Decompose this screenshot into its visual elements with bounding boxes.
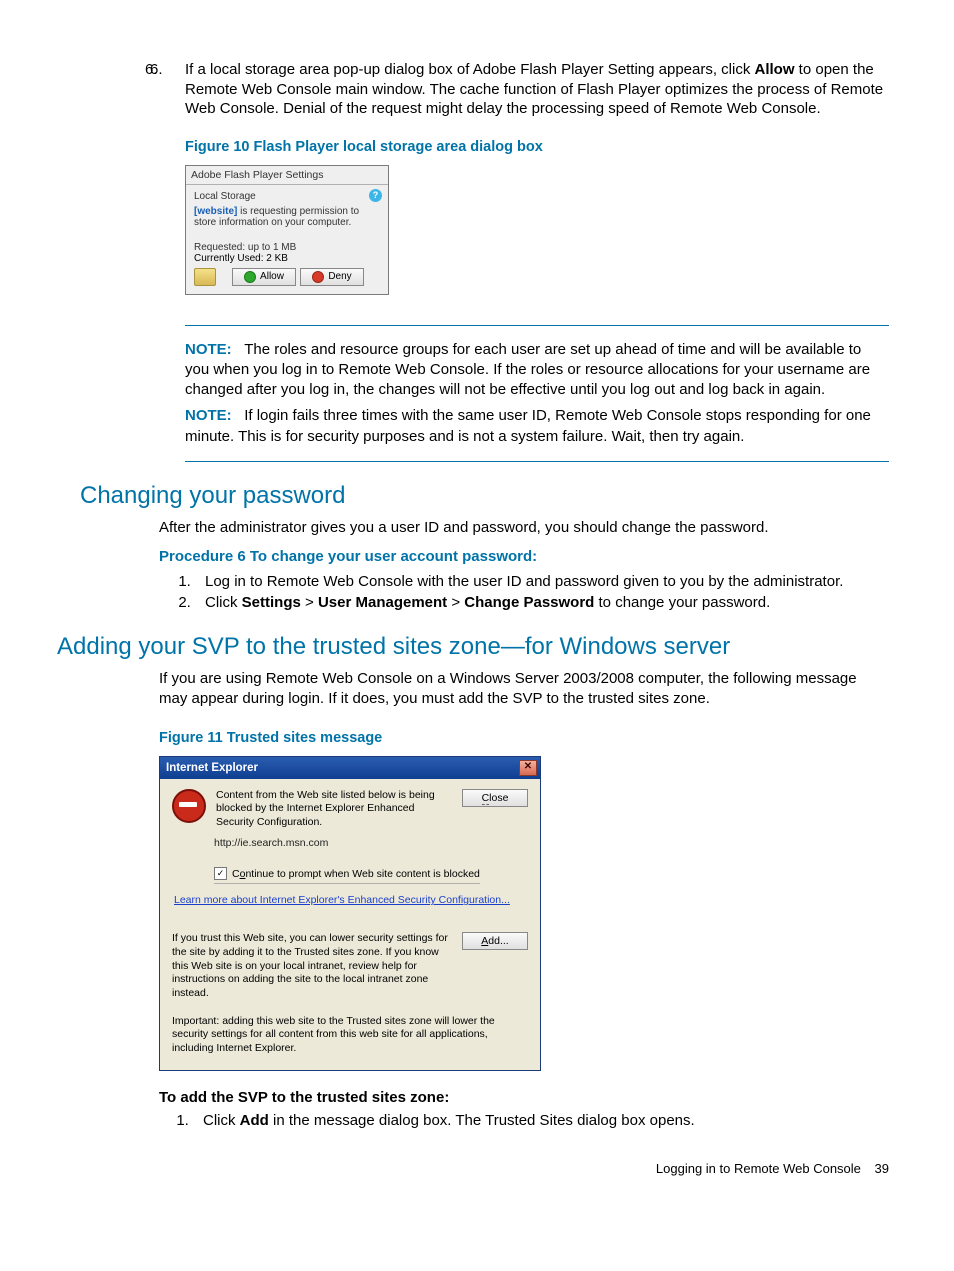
step-6-text-a: If a local storage area pop-up dialog bo…	[185, 61, 755, 78]
ie-add-button[interactable]: Add...	[462, 932, 528, 950]
figure-11-caption: Figure 11 Trusted sites message	[65, 730, 889, 746]
proc6-s2-cp: Change Password	[464, 594, 594, 611]
proc6-s2-gt1: >	[301, 594, 318, 611]
deny-button[interactable]: Deny	[300, 268, 364, 286]
procedure-6-title: Procedure 6 To change your user account …	[65, 548, 889, 565]
continue-label: Continue to prompt when Web site content…	[232, 868, 480, 880]
add-svp-heading-text: To add the SVP to the trusted sites zone	[159, 1089, 444, 1106]
ie-important-text: Important: adding this web site to the T…	[172, 1015, 528, 1056]
flash-currently-used: Currently Used: 2 KB	[194, 253, 380, 264]
ie-url: http://ie.search.msn.com	[214, 837, 528, 849]
page-number: 39	[865, 1161, 889, 1176]
footer-text: Logging in to Remote Web Console	[656, 1161, 861, 1176]
adding-body: If you are using Remote Web Console on a…	[65, 669, 889, 710]
note-block: NOTE: The roles and resource groups for …	[185, 325, 889, 462]
folder-icon	[194, 268, 216, 286]
step-6-allow: Allow	[755, 61, 795, 78]
add-svp-s1-a: Click	[203, 1112, 240, 1129]
flash-dialog: Adobe Flash Player Settings ? Local Stor…	[185, 165, 389, 295]
note-2-text: If login fails three times with the same…	[185, 407, 871, 444]
ie-dialog: Internet Explorer ✕ Content from the Web…	[159, 756, 541, 1071]
proc6-s2-um: User Management	[318, 594, 447, 611]
allow-button[interactable]: Allow	[232, 268, 296, 286]
flash-website: [website]	[194, 206, 237, 217]
deny-button-label: Deny	[328, 271, 351, 282]
allow-button-label: Allow	[260, 271, 284, 282]
note-1-text: The roles and resource groups for each u…	[185, 341, 870, 399]
figure-10-caption: Figure 10 Flash Player local storage are…	[65, 139, 889, 155]
changing-body: After the administrator gives you a user…	[65, 518, 889, 538]
ie-trust-text: If you trust this Web site, you can lowe…	[172, 932, 452, 1000]
flash-message: [website] is requesting permission to st…	[194, 206, 380, 228]
proc6-s2-gt2: >	[447, 594, 464, 611]
check-green-icon	[244, 271, 256, 283]
note-label-1: NOTE:	[185, 341, 232, 358]
proc6-step-1: Log in to Remote Web Console with the us…	[195, 571, 889, 592]
deny-red-icon	[312, 271, 324, 283]
step-6: If a local storage area pop-up dialog bo…	[175, 60, 889, 119]
continue-checkbox[interactable]: ✓	[214, 867, 227, 880]
proc6-step-2: Click Settings > User Management > Chang…	[195, 592, 889, 613]
add-svp-s1-add: Add	[240, 1112, 269, 1129]
add-svp-heading-colon: :	[444, 1089, 449, 1106]
proc6-s2-rest: to change your password.	[594, 594, 770, 611]
close-icon[interactable]: ✕	[519, 760, 537, 776]
flash-local-storage-label: Local Storage	[194, 191, 380, 202]
blocked-icon	[172, 789, 206, 823]
proc6-step-1-text: Log in to Remote Web Console with the us…	[205, 573, 843, 590]
add-svp-step-1: Click Add in the message dialog box. The…	[193, 1110, 889, 1131]
ie-learn-more-link[interactable]: Learn more about Internet Explorer's Enh…	[174, 894, 528, 906]
page-footer: Logging in to Remote Web Console 39	[65, 1161, 889, 1176]
note-label-2: NOTE:	[185, 407, 232, 424]
heading-adding-svp: Adding your SVP to the trusted sites zon…	[57, 633, 889, 661]
add-svp-s1-rest: in the message dialog box. The Trusted S…	[269, 1112, 695, 1129]
ie-dialog-title: Internet Explorer	[166, 762, 258, 774]
flash-requested: Requested: up to 1 MB	[194, 242, 380, 253]
ie-close-button[interactable]: Close	[462, 789, 528, 807]
add-svp-heading: To add the SVP to the trusted sites zone…	[65, 1089, 889, 1106]
proc6-s2-settings: Settings	[242, 594, 301, 611]
help-icon[interactable]: ?	[369, 189, 382, 202]
ie-close-label: C	[482, 792, 490, 805]
proc6-s2-a: Click	[205, 594, 242, 611]
heading-changing-password: Changing your password	[80, 482, 889, 510]
ie-message: Content from the Web site listed below i…	[216, 789, 452, 830]
flash-dialog-title: Adobe Flash Player Settings	[186, 166, 388, 185]
